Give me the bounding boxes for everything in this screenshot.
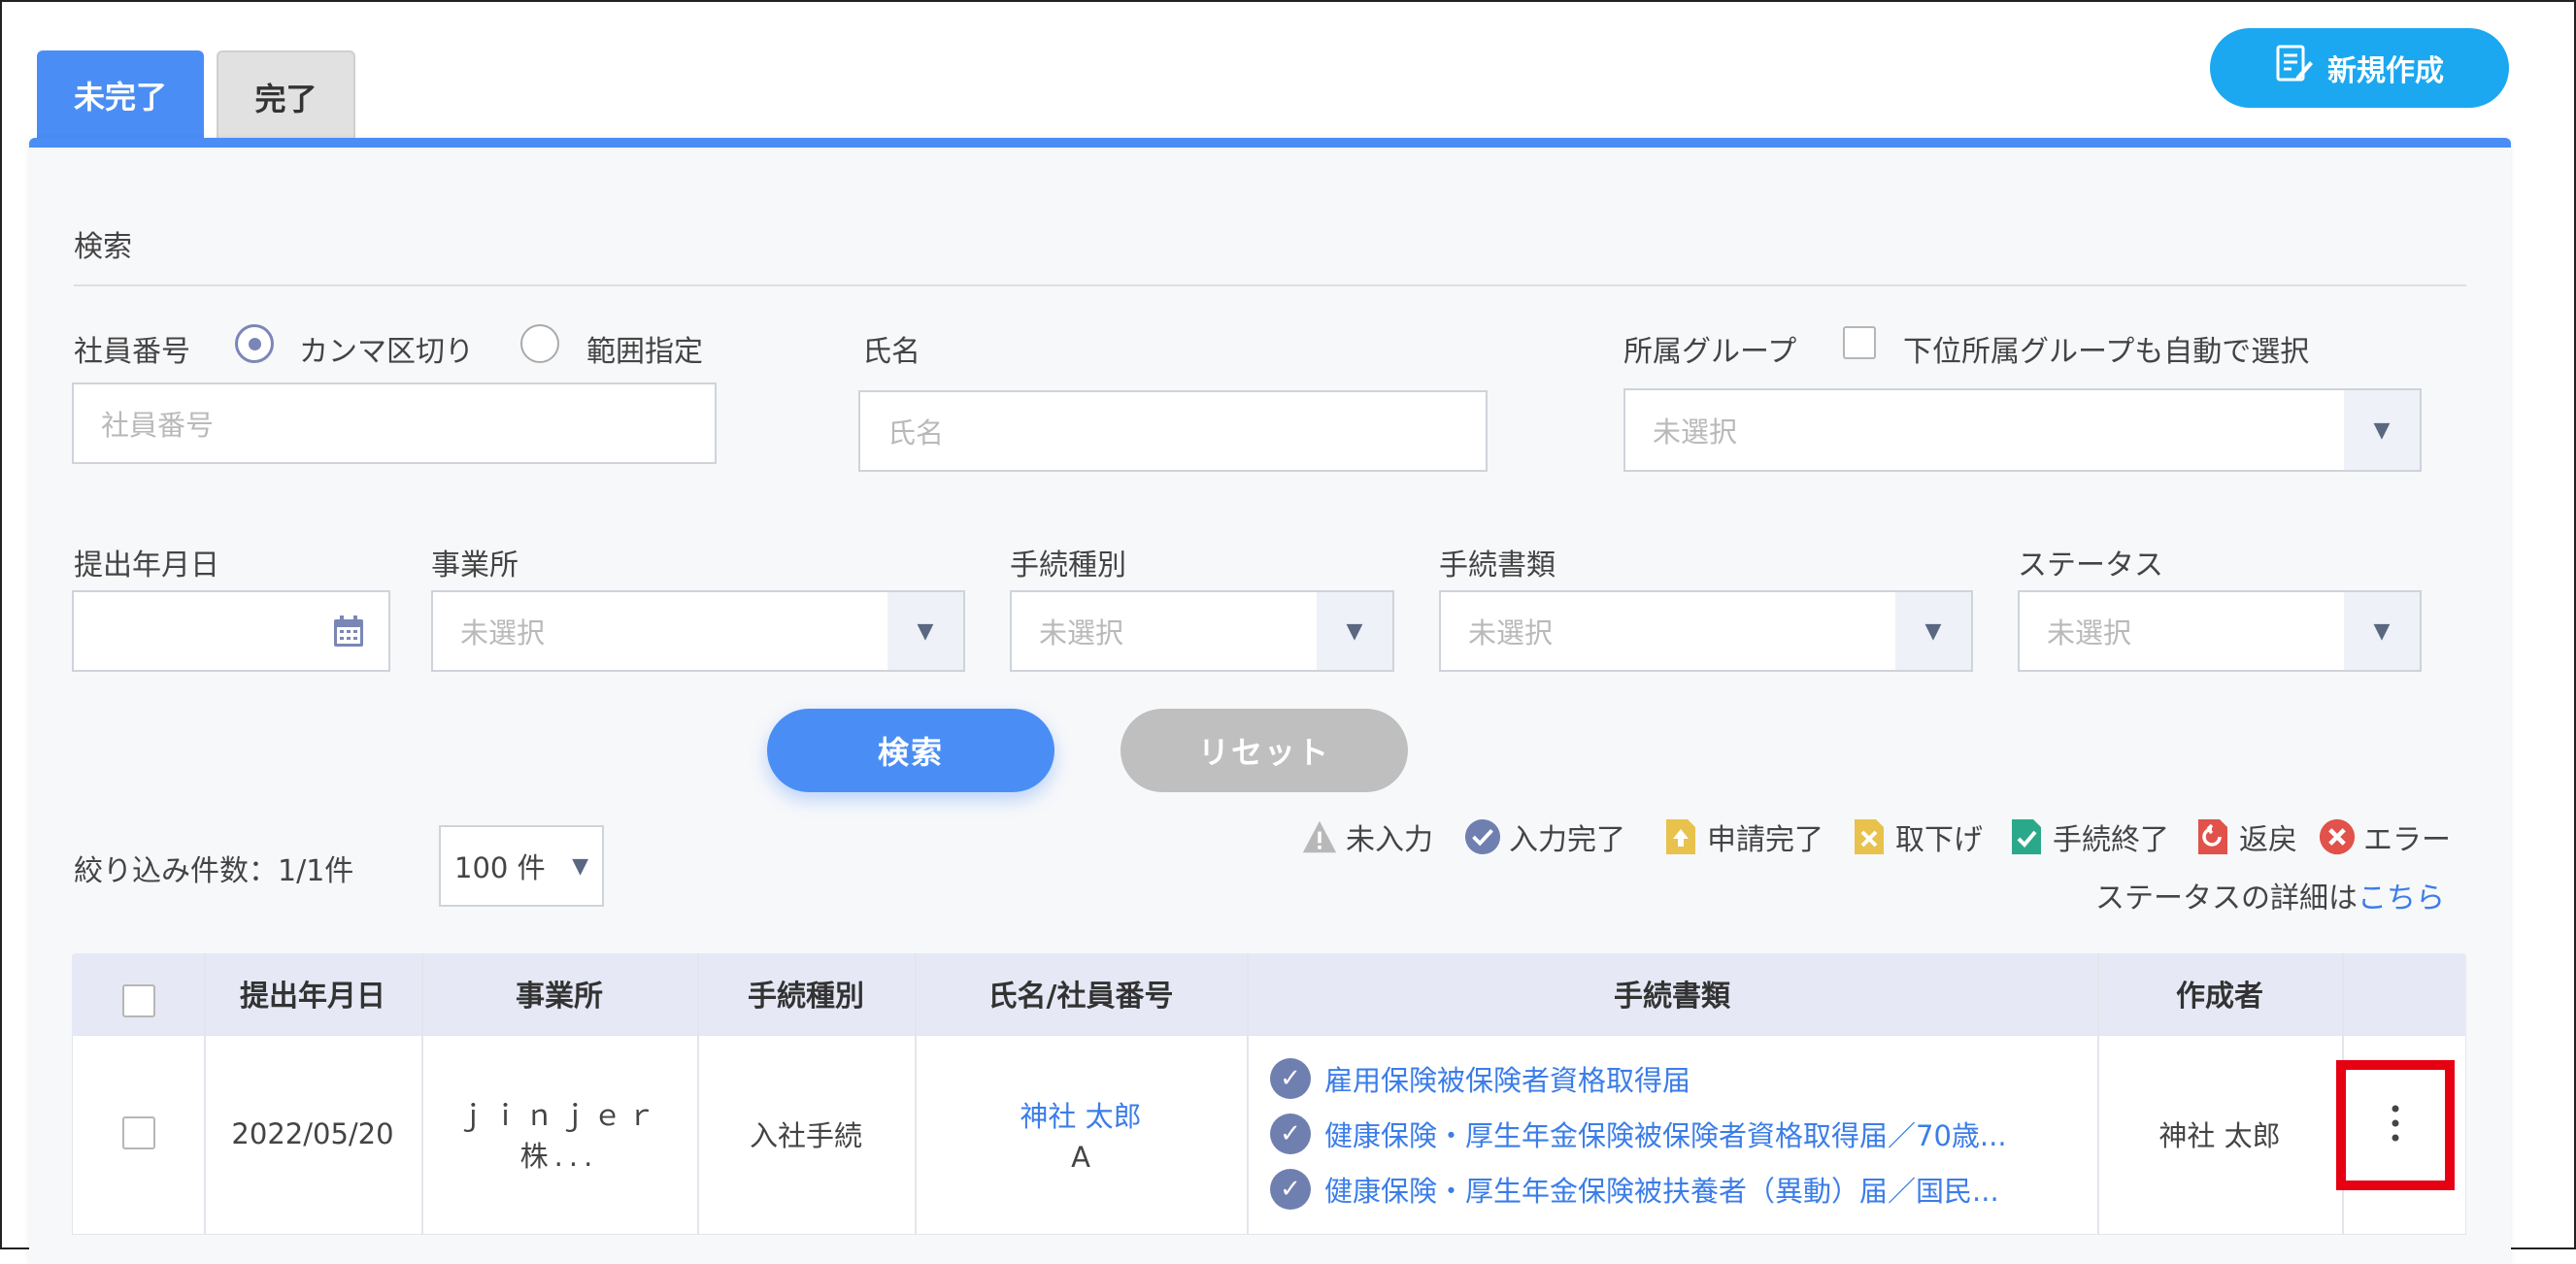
legend-finished: 手続終了 bbox=[2008, 815, 2169, 858]
status-select[interactable]: 未選択 ▼ bbox=[2018, 590, 2422, 672]
select-all-checkbox[interactable] bbox=[122, 984, 155, 1017]
legend-label: 手続終了 bbox=[2053, 823, 2169, 857]
procedure-doc-link[interactable]: 健康保険・厚生年金保険被扶養者（異動）届／国民... bbox=[1324, 1169, 1999, 1210]
header-office[interactable]: 事業所 bbox=[421, 953, 697, 1033]
doc-return-icon bbox=[2194, 817, 2231, 856]
header-submit-date[interactable]: 提出年月日 bbox=[204, 953, 421, 1033]
legend-input-complete: 入力完了 bbox=[1464, 815, 1625, 858]
chevron-down-icon: ▼ bbox=[1317, 592, 1392, 670]
procedure-doc-link[interactable]: 雇用保険被保険者資格取得届 bbox=[1324, 1058, 1690, 1099]
name-input[interactable]: 氏名 bbox=[858, 390, 1488, 472]
procedure-doc-select-value: 未選択 bbox=[1468, 616, 1554, 649]
chevron-down-icon: ▼ bbox=[1895, 592, 1971, 670]
employee-number-input[interactable]: 社員番号 bbox=[72, 383, 717, 464]
legend-error: エラー bbox=[2319, 815, 2451, 858]
procedure-doc-item[interactable]: ✓ 雇用保険被保険者資格取得届 bbox=[1270, 1058, 1690, 1099]
legend-applied: 申請完了 bbox=[1662, 815, 1823, 858]
status-label: ステータス bbox=[2018, 549, 2163, 582]
name-label: 氏名 bbox=[862, 335, 920, 369]
procedure-type-select[interactable]: 未選択 ▼ bbox=[1010, 590, 1394, 672]
legend-label: 未入力 bbox=[1346, 823, 1433, 857]
office-select[interactable]: 未選択 ▼ bbox=[431, 590, 965, 672]
chevron-down-icon: ▼ bbox=[887, 592, 963, 670]
legend-label: 入力完了 bbox=[1509, 823, 1625, 857]
submit-date-input[interactable] bbox=[72, 590, 390, 672]
row-submit-date: 2022/05/20 bbox=[231, 1117, 394, 1150]
legend-label: 申請完了 bbox=[1707, 823, 1823, 857]
status-select-value: 未選択 bbox=[2047, 616, 2132, 649]
sub-group-checkbox-label: 下位所属グループも自動で選択 bbox=[1903, 335, 2310, 369]
group-label: 所属グループ bbox=[1623, 335, 1797, 369]
calendar-icon[interactable] bbox=[332, 614, 365, 655]
group-select[interactable]: 未選択 ▼ bbox=[1623, 388, 2422, 472]
radio-range[interactable] bbox=[520, 324, 559, 363]
procedure-type-select-value: 未選択 bbox=[1039, 616, 1124, 649]
header-procedure-type[interactable]: 手続種別 bbox=[697, 953, 915, 1033]
doc-up-icon bbox=[1662, 817, 1699, 856]
sub-group-checkbox[interactable] bbox=[1843, 326, 1876, 359]
tab-incomplete[interactable]: 未完了 bbox=[37, 50, 204, 140]
error-icon bbox=[2319, 817, 2356, 856]
page-size-value: 100 件 bbox=[454, 851, 546, 884]
legend-label: 取下げ bbox=[1895, 823, 1983, 857]
procedure-type-label: 手続種別 bbox=[1010, 549, 1126, 582]
status-detail-link[interactable]: こちら bbox=[2358, 881, 2445, 915]
procedure-doc-select[interactable]: 未選択 ▼ bbox=[1439, 590, 1973, 672]
header-creator[interactable]: 作成者 bbox=[2097, 953, 2342, 1033]
search-heading: 検索 bbox=[74, 230, 132, 264]
chevron-down-icon: ▼ bbox=[2344, 390, 2420, 470]
office-select-value: 未選択 bbox=[460, 616, 546, 649]
doc-check-icon bbox=[2008, 817, 2045, 856]
status-detail-text: ステータスの詳細はこちら bbox=[2095, 874, 2445, 916]
divider bbox=[74, 284, 2466, 286]
header-name-employee-no[interactable]: 氏名/社員番号 bbox=[915, 953, 1247, 1033]
row-name-cell: 神社 太郎 A bbox=[915, 1035, 1247, 1233]
radio-range-label: 範囲指定 bbox=[586, 335, 703, 369]
employee-number: A bbox=[1071, 1141, 1090, 1174]
result-count: 絞り込み件数：1/1件 bbox=[74, 854, 354, 888]
employee-name-link[interactable]: 神社 太郎 bbox=[1020, 1094, 1141, 1135]
procedure-doc-item[interactable]: ✓ 健康保険・厚生年金保険被保険者資格取得届／70歳... bbox=[1270, 1114, 2007, 1154]
check-circle-icon: ✓ bbox=[1270, 1114, 1311, 1154]
office-label: 事業所 bbox=[431, 549, 519, 582]
legend-returned: 返戻 bbox=[2194, 815, 2297, 858]
page-size-select[interactable]: 100 件 ▼ bbox=[439, 825, 604, 907]
search-button[interactable]: 検索 bbox=[767, 709, 1054, 792]
more-vertical-icon bbox=[2391, 1104, 2400, 1147]
submit-date-label: 提出年月日 bbox=[74, 549, 219, 582]
legend-label: エラー bbox=[2363, 823, 2451, 857]
edit-document-icon bbox=[2275, 44, 2314, 92]
check-circle-icon: ✓ bbox=[1270, 1169, 1311, 1210]
procedure-doc-link[interactable]: 健康保険・厚生年金保険被保険者資格取得届／70歳... bbox=[1324, 1114, 2007, 1154]
reset-button[interactable]: リセット bbox=[1121, 709, 1408, 792]
row-menu-button[interactable] bbox=[2336, 1060, 2455, 1190]
check-circle-icon bbox=[1464, 817, 1501, 856]
row-procedure-type: 入社手続 bbox=[749, 1119, 862, 1152]
procedure-doc-item[interactable]: ✓ 健康保険・厚生年金保険被扶養者（異動）届／国民... bbox=[1270, 1169, 1999, 1210]
row-creator: 神社 太郎 bbox=[2158, 1119, 2281, 1152]
new-create-label: 新規作成 bbox=[2327, 54, 2444, 88]
procedure-doc-label: 手続書類 bbox=[1439, 549, 1556, 582]
radio-comma-label: カンマ区切り bbox=[299, 335, 474, 369]
warning-icon bbox=[1301, 817, 1338, 856]
radio-comma[interactable] bbox=[235, 324, 274, 363]
status-detail-prefix: ステータスの詳細は bbox=[2095, 881, 2358, 915]
chevron-down-icon: ▼ bbox=[2344, 592, 2420, 670]
check-circle-icon: ✓ bbox=[1270, 1058, 1311, 1099]
row-office: ｊｉｎｊｅｒ株... bbox=[456, 1099, 661, 1173]
legend-label: 返戻 bbox=[2239, 823, 2297, 857]
legend-not-entered: 未入力 bbox=[1301, 815, 1433, 858]
row-checkbox[interactable] bbox=[122, 1116, 155, 1149]
legend-withdrawn: 取下げ bbox=[1851, 815, 1983, 858]
employee-number-label: 社員番号 bbox=[74, 335, 190, 369]
new-create-button[interactable]: 新規作成 bbox=[2210, 28, 2509, 108]
doc-x-icon bbox=[1851, 817, 1888, 856]
group-select-value: 未選択 bbox=[1653, 416, 1738, 449]
header-procedure-doc[interactable]: 手続書類 bbox=[1247, 953, 2097, 1033]
chevron-down-icon: ▼ bbox=[572, 853, 588, 879]
tab-complete[interactable]: 完了 bbox=[217, 50, 355, 142]
